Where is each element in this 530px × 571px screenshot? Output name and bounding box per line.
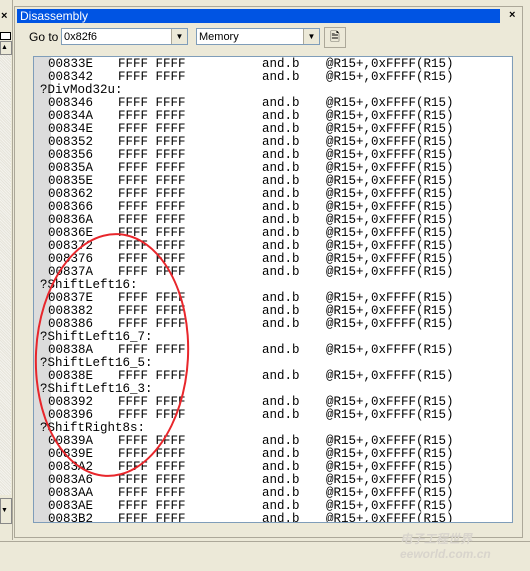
chevron-down-icon[interactable]: ▼ xyxy=(171,29,187,44)
operands: @R15+,0xFFFF(R15) xyxy=(326,317,454,331)
goto-address-value: 0x82f6 xyxy=(64,31,98,43)
horizontal-scrollbar[interactable]: ◀ ||| ▶ xyxy=(34,522,512,523)
opcode-bytes: FFFF FFFF xyxy=(118,265,186,279)
disassembly-listing[interactable]: 00833E FFFF FFFF and.b @R15+,0xFFFF(R15) 008… xyxy=(33,56,513,523)
mnemonic: and.b xyxy=(262,369,300,383)
scroll-left-icon[interactable]: ◀ xyxy=(35,522,52,523)
scroll-up-button[interactable]: ▲ xyxy=(0,41,12,55)
restore-button[interactable] xyxy=(0,32,11,40)
scroll-up-icon[interactable]: ▲ xyxy=(512,58,513,75)
close-icon[interactable]: × xyxy=(1,10,7,22)
scroll-down-icon[interactable]: ▼ xyxy=(512,504,513,521)
operands: @R15+,0xFFFF(R15) xyxy=(326,265,454,279)
vertical-scrollbar[interactable]: ▲ ▼ xyxy=(511,57,513,522)
goto-address-combo[interactable]: 0x82f6 ▼ xyxy=(61,28,188,45)
view-mode-select[interactable]: Memory ▼ xyxy=(196,28,320,45)
mnemonic: and.b xyxy=(262,317,300,331)
watermark-logo: 电子工程世界 eeworld.com.cn xyxy=(400,532,491,561)
side-scrollbar-track[interactable] xyxy=(0,55,11,495)
chevron-down-icon[interactable]: ▼ xyxy=(303,29,319,44)
disassembly-window: Disassembly × Go to 0x82f6 ▼ Memory ▼ 🗎 … xyxy=(14,6,523,538)
code-lines: 00833E FFFF FFFF and.b @R15+,0xFFFF(R15) 008… xyxy=(40,58,454,523)
view-mode-value: Memory xyxy=(199,31,239,43)
dropdown-arrow-button[interactable]: ▼ xyxy=(0,498,12,524)
goto-label: Go to xyxy=(29,30,59,44)
mnemonic: and.b xyxy=(262,265,300,279)
mnemonic: and.b xyxy=(262,408,300,422)
operands: @R15+,0xFFFF(R15) xyxy=(326,343,454,357)
operands: @R15+,0xFFFF(R15) xyxy=(326,70,454,84)
window-title: Disassembly xyxy=(17,9,500,23)
scroll-right-icon[interactable]: ▶ xyxy=(494,522,511,523)
mnemonic: and.b xyxy=(262,70,300,84)
opcode-bytes: FFFF FFFF xyxy=(118,70,186,84)
mnemonic: and.b xyxy=(262,343,300,357)
document-icon[interactable]: 🗎 xyxy=(324,27,346,48)
side-panel: × ▲ ▼ xyxy=(0,0,13,540)
operands: @R15+,0xFFFF(R15) xyxy=(326,369,454,383)
scroll-thumb[interactable]: ||| xyxy=(52,522,154,523)
operands: @R15+,0xFFFF(R15) xyxy=(326,408,454,422)
close-icon[interactable]: × xyxy=(509,9,515,21)
